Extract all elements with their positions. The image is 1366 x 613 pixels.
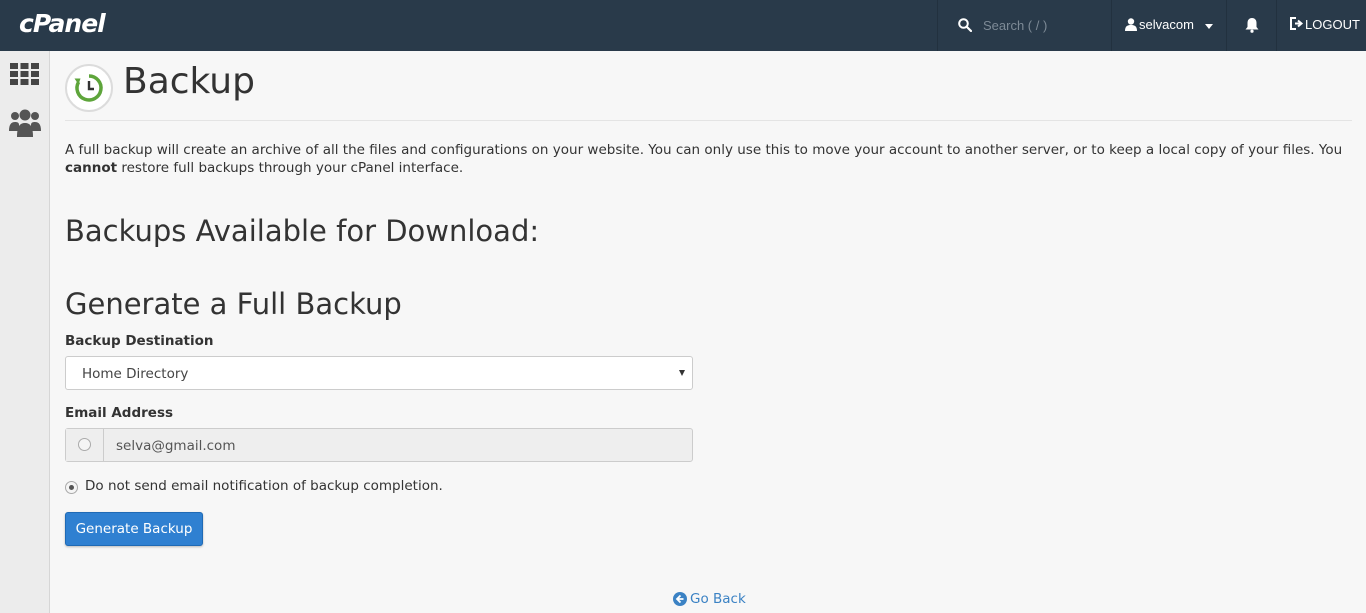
main-content: Backup A full backup will create an arch…: [51, 51, 1366, 613]
backup-destination-label: Backup Destination: [65, 333, 214, 349]
description-emphasis: cannot: [65, 160, 118, 176]
email-address-label: Email Address: [65, 405, 174, 421]
grid-icon[interactable]: [10, 63, 39, 85]
chevron-down-icon: [1205, 24, 1213, 29]
page-description: A full backup will create an archive of …: [65, 141, 1355, 177]
email-radio-addon: [66, 429, 104, 461]
description-text-end: restore full backups through your cPanel…: [117, 160, 464, 176]
sidebar: [0, 51, 50, 613]
cpanel-logo[interactable]: cPanel: [19, 9, 106, 38]
generate-backup-heading: Generate a Full Backup: [65, 287, 402, 321]
backup-destination-select[interactable]: Home Directory: [65, 356, 693, 390]
users-icon[interactable]: [9, 107, 41, 137]
email-address-field[interactable]: selva@gmail.com: [116, 438, 235, 454]
go-back-label: Go Back: [690, 591, 746, 607]
search-box[interactable]: Search ( / ): [937, 0, 1111, 51]
arrow-circle-left-icon: [673, 592, 687, 606]
no-email-label[interactable]: Do not send email notification of backup…: [85, 478, 443, 494]
username-label: selvacom: [1139, 17, 1194, 32]
email-address-group: selva@gmail.com: [65, 428, 693, 462]
no-email-radio[interactable]: [65, 481, 78, 494]
description-text: A full backup will create an archive of …: [65, 142, 1343, 158]
dropdown-arrow-icon: [679, 370, 685, 376]
logout-button[interactable]: LOGOUT: [1276, 0, 1366, 51]
search-icon: [958, 18, 972, 32]
backup-destination-value: Home Directory: [82, 366, 189, 382]
search-input[interactable]: Search ( / ): [983, 18, 1047, 33]
backups-available-heading: Backups Available for Download:: [65, 214, 540, 248]
top-navbar: cPanel Search ( / ) selvacom LOGOUT: [0, 0, 1366, 51]
logout-icon: [1290, 17, 1304, 30]
bell-icon: [1245, 18, 1259, 33]
backup-icon: [65, 64, 113, 112]
radio-selected-dot: [69, 485, 74, 490]
generate-backup-button[interactable]: Generate Backup: [65, 512, 203, 546]
page-title: Backup: [123, 61, 255, 102]
user-menu[interactable]: selvacom: [1111, 0, 1226, 51]
email-radio[interactable]: [78, 438, 91, 451]
user-icon: [1125, 18, 1137, 31]
logout-label: LOGOUT: [1305, 17, 1360, 32]
title-divider: [65, 120, 1352, 121]
notifications-button[interactable]: [1226, 0, 1276, 51]
